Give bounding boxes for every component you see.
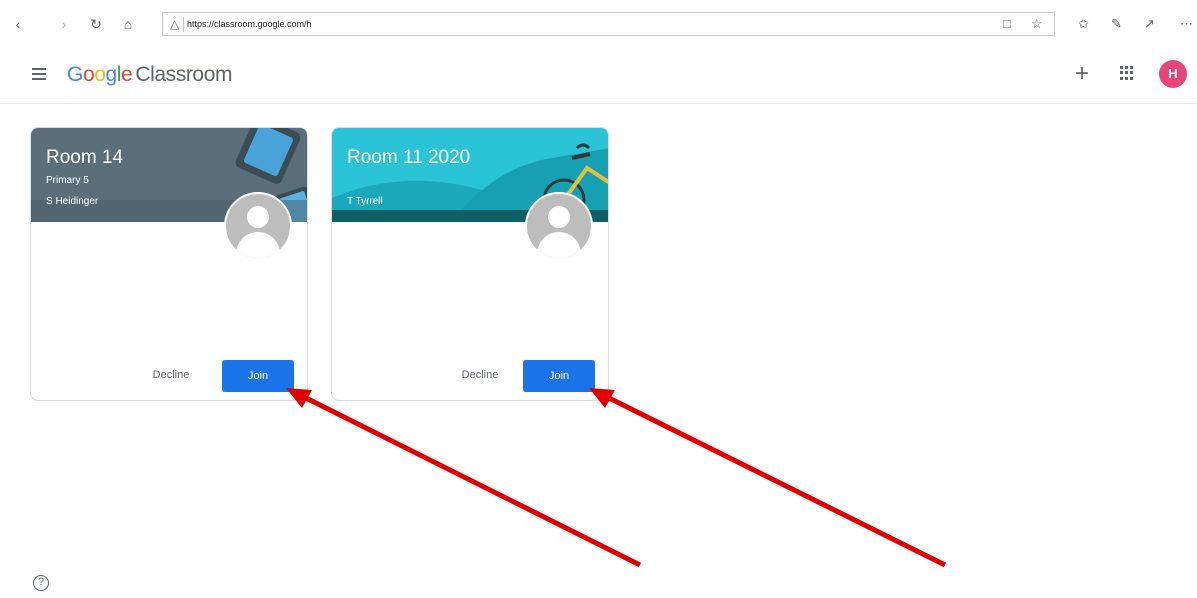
- product-name: Classroom: [135, 63, 233, 86]
- class-section: Primary 5: [46, 175, 89, 186]
- join-button[interactable]: Join: [523, 360, 595, 392]
- favorites-icon[interactable]: ✩: [1078, 15, 1089, 33]
- reader-view-icon[interactable]: □: [1003, 16, 1011, 32]
- account-avatar[interactable]: H: [1159, 60, 1187, 88]
- page: ‹ › ↻ ⌂ △ https://classroom.google.com/h…: [0, 0, 1197, 598]
- address-divider: [183, 17, 184, 32]
- class-title[interactable]: Room 14: [46, 146, 123, 170]
- logo-letter: g: [105, 63, 118, 86]
- menu-icon[interactable]: [32, 68, 46, 80]
- logo-letter: o: [94, 63, 106, 86]
- class-teacher: T Tyrrell: [347, 196, 383, 207]
- class-card: Room 11 2020 T Tyrrell Decline Join: [331, 127, 609, 401]
- logo-letter: e: [121, 63, 133, 86]
- browser-toolbar: ‹ › ↻ ⌂ △ https://classroom.google.com/h…: [0, 0, 1197, 50]
- logo-letter: G: [67, 63, 83, 86]
- lock-icon: △: [170, 17, 180, 31]
- decline-button[interactable]: Decline: [445, 360, 515, 390]
- card-actions: Decline Join: [31, 350, 307, 400]
- class-teacher: S Heidinger: [46, 196, 99, 207]
- apps-grid-icon[interactable]: [1120, 66, 1134, 80]
- google-classroom-logo[interactable]: Google Classroom: [67, 63, 232, 87]
- card-actions: Decline Join: [332, 350, 608, 400]
- annotation-arrow-line: [603, 393, 947, 568]
- address-url: https://classroom.google.com/h: [187, 19, 312, 29]
- add-class-icon[interactable]: +: [1072, 62, 1092, 86]
- help-icon[interactable]: ?: [33, 575, 49, 591]
- class-title[interactable]: Room 11 2020: [347, 146, 470, 170]
- home-icon[interactable]: ⌂: [118, 14, 138, 34]
- forward-icon[interactable]: ›: [54, 14, 74, 34]
- app-header: Google Classroom + H: [0, 50, 1197, 104]
- share-icon[interactable]: ↗: [1144, 15, 1155, 33]
- logo-letter: o: [82, 63, 95, 86]
- teacher-avatar: [525, 192, 593, 260]
- more-icon[interactable]: ⋯: [1180, 15, 1193, 33]
- back-icon[interactable]: ‹: [8, 14, 28, 34]
- decline-button[interactable]: Decline: [136, 360, 206, 390]
- annotation-arrow-line: [300, 393, 642, 568]
- address-bar[interactable]: △ https://classroom.google.com/h □ ☆: [162, 12, 1055, 36]
- class-card: Room 14 Primary 5 S Heidinger Decline Jo…: [30, 127, 308, 401]
- pen-icon[interactable]: ✎: [1111, 15, 1122, 33]
- refresh-icon[interactable]: ↻: [86, 14, 106, 34]
- teacher-avatar: [224, 192, 292, 260]
- favorite-star-icon[interactable]: ☆: [1031, 16, 1043, 32]
- join-button[interactable]: Join: [222, 360, 294, 392]
